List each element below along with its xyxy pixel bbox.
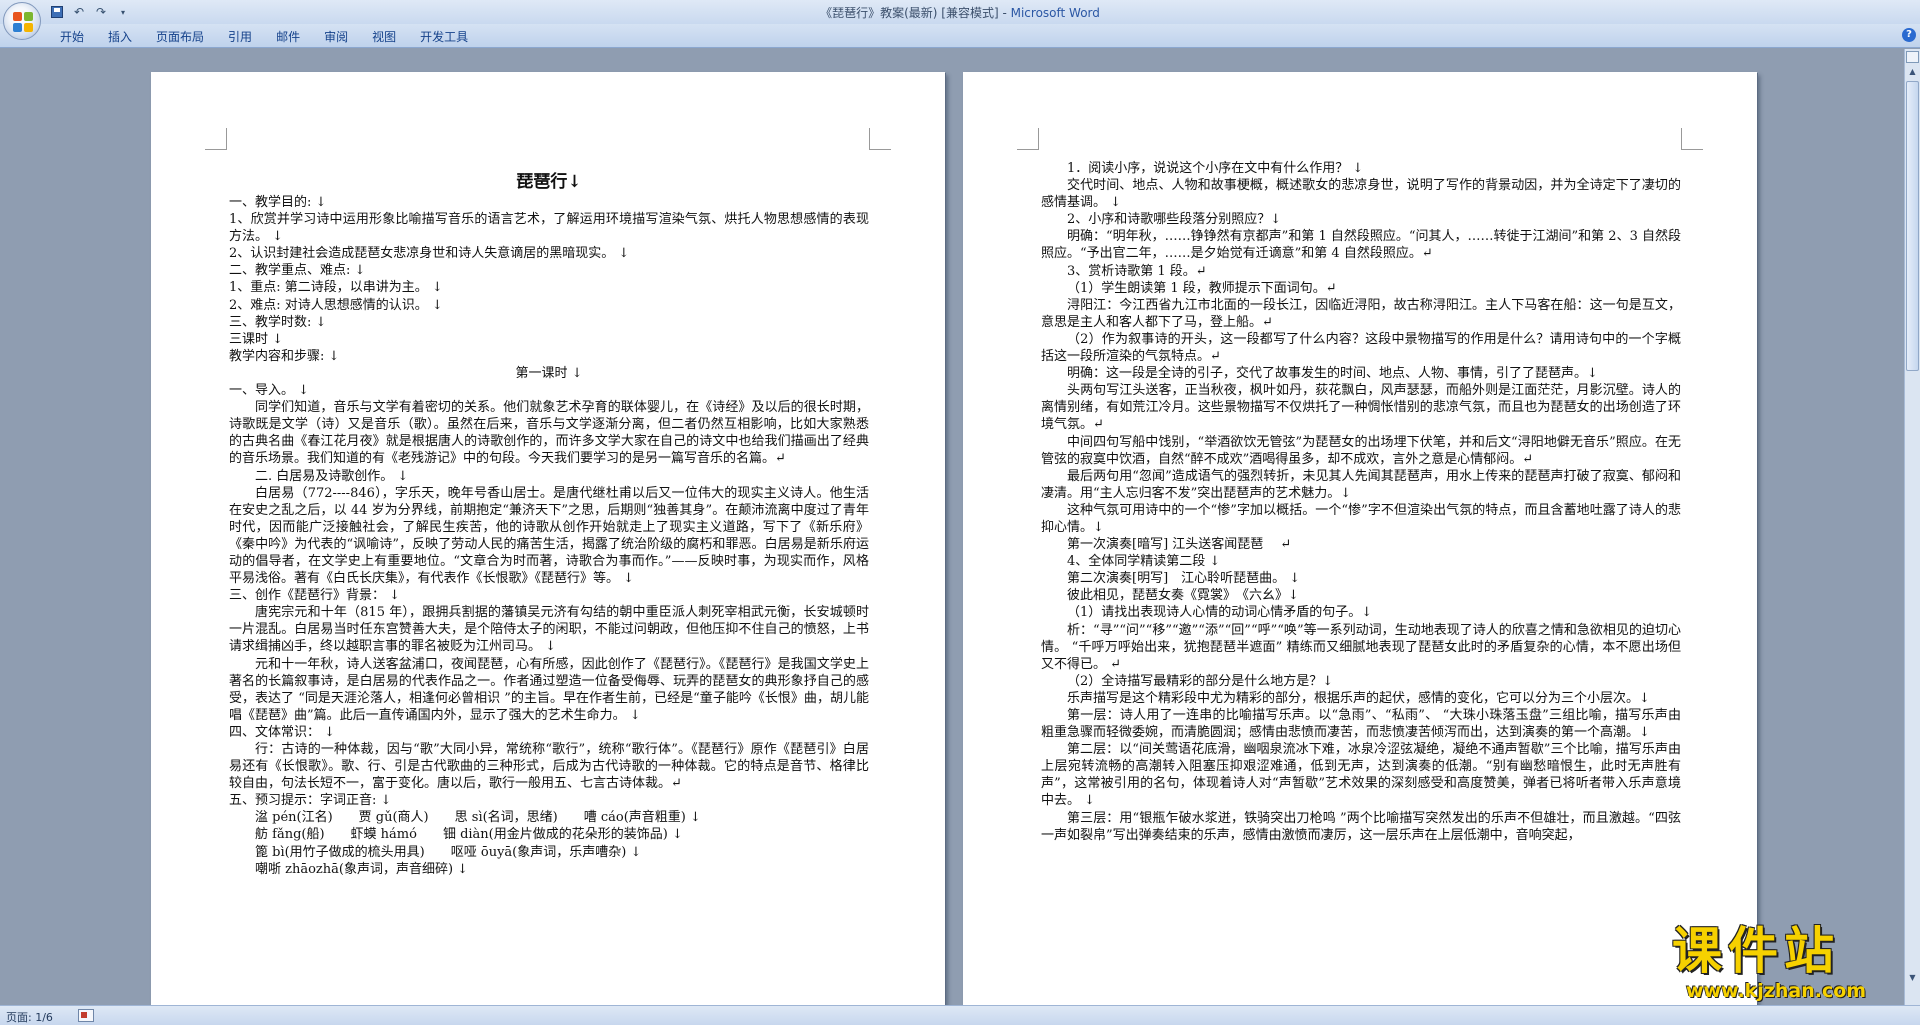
app-name: Microsoft Word bbox=[1010, 6, 1100, 20]
paragraph: 行：古诗的一种体裁，因与“歌”大同小异，常统称“歌行”，统称“歌行体”。《琵琶行… bbox=[229, 742, 869, 792]
paragraph: 第二层：以“间关莺语花底滑，幽咽泉流冰下难，冰泉冷涩弦凝绝，凝绝不通声暂歇”三个… bbox=[1041, 742, 1681, 809]
paragraph: 交代时间、地点、人物和故事梗概，概述歌女的悲凉身世，说明了写作的背景动因，并为全… bbox=[1041, 178, 1681, 211]
paragraph: 三、教学时数: ↓ bbox=[229, 314, 327, 330]
watermark-title: 课件站 bbox=[1672, 922, 1840, 980]
paragraph: 明确：“明年秋，……铮铮然有京都声”和第 1 自然段照应。“问其人，……转徙于江… bbox=[1041, 229, 1681, 262]
paragraph: （1）学生朗读第 1 段，教师提示下面词句。↵ bbox=[1067, 280, 1337, 296]
paragraph: 明确：这一段是全诗的引子，交代了故事发生的时间、地点、人物、事情，引了了琵琶声。… bbox=[1067, 366, 1598, 382]
watermark-url: www.kjzhan.com bbox=[1686, 980, 1867, 1002]
paragraph: 三课时 ↓ bbox=[229, 331, 284, 347]
paragraph: 唐宪宗元和十年（815 年），跟拥兵割据的藩镇吴元济有勾结的朝中重臣派人刺死宰相… bbox=[229, 605, 869, 655]
paragraph: 2、难点: 对诗人思想感情的认识。 ↓ bbox=[229, 297, 443, 313]
paragraph: 彼此相见，琵琶女奏《霓裳》 《六幺》↓ bbox=[1067, 588, 1299, 604]
paragraph: 一、导入。 ↓ bbox=[229, 383, 310, 399]
paragraph: 最后两句用“忽闻”造成语气的强烈转折，未见其人先闻其琵琶声，用水上传来的琵琶声打… bbox=[1041, 468, 1681, 501]
scroll-thumb[interactable] bbox=[1906, 81, 1919, 371]
paragraph: 四、文体常识： ↓ bbox=[229, 724, 336, 740]
ribbon-tabs: 开始 插入 页面布局 引用 邮件 审阅 视图 开发工具 bbox=[48, 28, 480, 46]
paragraph: （2）作为叙事诗的开头，这一段都写了什么内容？这段中景物描写的作用是什么？请用诗… bbox=[1041, 331, 1681, 365]
crop-mark-top-left bbox=[205, 128, 227, 150]
document-area[interactable]: 琵琶行↓ 一、教学目的: ↓ 1、欣赏并学习诗中运用形象比喻描写音乐的语言艺术，了… bbox=[0, 49, 1904, 1005]
ribbon-tab-bar: 开始 插入 页面布局 引用 邮件 审阅 视图 开发工具 ? bbox=[0, 24, 1920, 48]
scroll-up-arrow-icon[interactable]: ▲ bbox=[1906, 65, 1919, 79]
page-1-paragraphs: 一、教学目的: ↓ 1、欣赏并学习诗中运用形象比喻描写音乐的语言艺术，了解运用环境… bbox=[229, 194, 869, 878]
paragraph: 第一层：诗人用了一连串的比喻描写乐声。以“急雨”、“私雨”、 “大珠小珠落玉盘”… bbox=[1041, 708, 1681, 741]
vertical-scrollbar[interactable]: ▲ ▼ bbox=[1904, 49, 1920, 1005]
document-page-1[interactable]: 琵琶行↓ 一、教学目的: ↓ 1、欣赏并学习诗中运用形象比喻描写音乐的语言艺术，了… bbox=[151, 72, 945, 1005]
paragraph: 第一课时 ↓ bbox=[515, 365, 583, 381]
paragraph: 教学内容和步骤: ↓ bbox=[229, 348, 340, 364]
tab-home[interactable]: 开始 bbox=[48, 28, 96, 46]
paragraph: 1、重点: 第二诗段，以串讲为主。 ↓ bbox=[229, 280, 443, 296]
paragraph: 白居易（772----846），字乐天，晚年号香山居士。是唐代继杜甫以后又一位伟… bbox=[229, 485, 869, 587]
paragraph: 第一次演奏[暗写] 江头送客闻琵琶 ↵ bbox=[1067, 537, 1292, 553]
view-ruler-button[interactable] bbox=[1906, 51, 1919, 63]
office-button[interactable] bbox=[3, 2, 41, 40]
paragraph: 乐声描写是这个精彩段中尤为精彩的部分，根据乐声的起伏，感情的变化，它可以分为三个… bbox=[1067, 690, 1650, 706]
tab-view[interactable]: 视图 bbox=[360, 28, 408, 46]
window-title: 《琵琶行》教案(最新) [兼容模式] - Microsoft Word bbox=[0, 4, 1920, 21]
page-2-paragraphs: 1．阅读小序，说说这个小序在文中有什么作用？ ↓ 交代时间、地点、人物和故事梗概，… bbox=[1041, 160, 1681, 844]
paragraph: 2、小序和诗歌哪些段落分别照应？↓ bbox=[1067, 212, 1282, 228]
tab-insert[interactable]: 插入 bbox=[96, 28, 144, 46]
tab-references[interactable]: 引用 bbox=[216, 28, 264, 46]
crop-mark-top-right bbox=[869, 128, 891, 150]
proofing-status-icon[interactable] bbox=[78, 1009, 94, 1022]
crop-mark-top-left bbox=[1017, 128, 1039, 150]
paragraph: 1、欣赏并学习诗中运用形象比喻描写音乐的语言艺术，了解运用环境描写渲染气氛、烘托… bbox=[229, 212, 869, 245]
page-1-body[interactable]: 琵琶行↓ 一、教学目的: ↓ 1、欣赏并学习诗中运用形象比喻描写音乐的语言艺术，了… bbox=[229, 170, 869, 878]
title-bar: ↶ ↷ ▾ 《琵琶行》教案(最新) [兼容模式] - Microsoft Wor… bbox=[0, 0, 1920, 40]
crop-mark-top-right bbox=[1681, 128, 1703, 150]
paragraph: 元和十一年秋，诗人送客盆浦口，夜闻琵琶，心有所感，因此创作了《琵琶行》。《琵琶行… bbox=[229, 656, 869, 723]
paragraph: 这种气氛可用诗中的一个“惨”字加以概括。一个“惨”字不但渲染出气氛的特点，而且含… bbox=[1041, 502, 1681, 535]
paragraph: 4、全体同学精读第二段 ↓ bbox=[1067, 554, 1221, 570]
paragraph: 一、教学目的: ↓ bbox=[229, 195, 327, 210]
paragraph: 二、教学重点、难点: ↓ bbox=[229, 263, 366, 279]
paragraph: 三、创作《琵琶行》背景： ↓ bbox=[229, 588, 401, 604]
paragraph: 篦 bì(用竹子做成的梳头用具) 呕哑 ōuyā(象声词，乐声嘈杂) ↓ bbox=[255, 844, 642, 860]
paragraph: （2）全诗描写最精彩的部分是什么地方是？↓ bbox=[1067, 673, 1334, 689]
paragraph: 头两句写江头送客，正当秋夜，枫叶如丹，荻花飘白，风声瑟瑟，而船外则是江面茫茫，月… bbox=[1041, 383, 1681, 433]
page-2-body[interactable]: 1．阅读小序，说说这个小序在文中有什么作用？ ↓ 交代时间、地点、人物和故事梗概，… bbox=[1041, 160, 1681, 844]
paragraph: 第二次演奏[明写] 江心聆听琵琶曲。 ↓ bbox=[1067, 571, 1301, 587]
site-watermark: 课件站 www.kjzhan.com bbox=[1672, 923, 1912, 1003]
paragraph: 1．阅读小序，说说这个小序在文中有什么作用？ ↓ bbox=[1067, 161, 1364, 176]
paragraph: 中间四句写船中饯别，“举酒欲饮无管弦”为琵琶女的出场埋下伏笔，并和后文“浔阳地僻… bbox=[1041, 434, 1681, 467]
paragraph: 同学们知道，音乐与文学有着密切的关系。他们就象艺术孕育的联体婴儿，在《诗经》及以… bbox=[229, 400, 869, 467]
status-bar: 页面: 1/6 bbox=[0, 1005, 1920, 1025]
tab-developer[interactable]: 开发工具 bbox=[408, 28, 480, 46]
paragraph: 舫 fǎng(船) 虾蟆 hámó 钿 diàn(用金片做成的花朵形的装饰品) … bbox=[255, 827, 683, 843]
tab-page-layout[interactable]: 页面布局 bbox=[144, 28, 216, 46]
page-count[interactable]: 页面: 1/6 bbox=[6, 1009, 53, 1025]
office-logo-icon bbox=[13, 12, 33, 32]
paragraph: 3、赏析诗歌第 1 段。↵ bbox=[1067, 263, 1207, 279]
paragraph: 析：“寻”“问”“移”“邀”“添”“回”“呼”“唤”等一系列动词，生动地表现了诗… bbox=[1041, 622, 1681, 672]
paragraph: 二. 白居易及诗歌创作。 ↓ bbox=[255, 468, 409, 484]
paragraph: （1）请找出表现诗人心情的动词心情矛盾的句子。↓ bbox=[1067, 605, 1373, 621]
document-name: 《琵琶行》教案(最新) [兼容模式] - bbox=[820, 6, 1011, 20]
tab-mailings[interactable]: 邮件 bbox=[264, 28, 312, 46]
paragraph: 第三层：用“银瓶乍破水浆迸，铁骑突出刀枪鸣 ”两个比喻描写突然发出的乐声不但雄壮… bbox=[1041, 810, 1681, 843]
help-icon[interactable]: ? bbox=[1902, 28, 1916, 42]
document-page-2[interactable]: 1．阅读小序，说说这个小序在文中有什么作用？ ↓ 交代时间、地点、人物和故事梗概，… bbox=[963, 72, 1757, 1005]
paragraph: 湓 pén(江名) 贾 gǔ(商人) 思 sì(名词，思绪) 嘈 cáo(声音粗… bbox=[255, 810, 701, 826]
paragraph: 嘲哳 zhāozhā(象声词，声音细碎) ↓ bbox=[255, 861, 469, 877]
paragraph: 浔阳江：今江西省九江市北面的一段长江，因临近浔阳，故古称浔阳江。主人下马客在船：… bbox=[1041, 297, 1681, 330]
paragraph: 五、预习提示：字词正音: ↓ bbox=[229, 793, 392, 809]
tab-review[interactable]: 审阅 bbox=[312, 28, 360, 46]
document-title: 琵琶行↓ bbox=[516, 172, 582, 192]
paragraph: 2、认识封建社会造成琵琶女悲凉身世和诗人失意谪居的黑暗现实。 ↓ bbox=[229, 246, 630, 262]
